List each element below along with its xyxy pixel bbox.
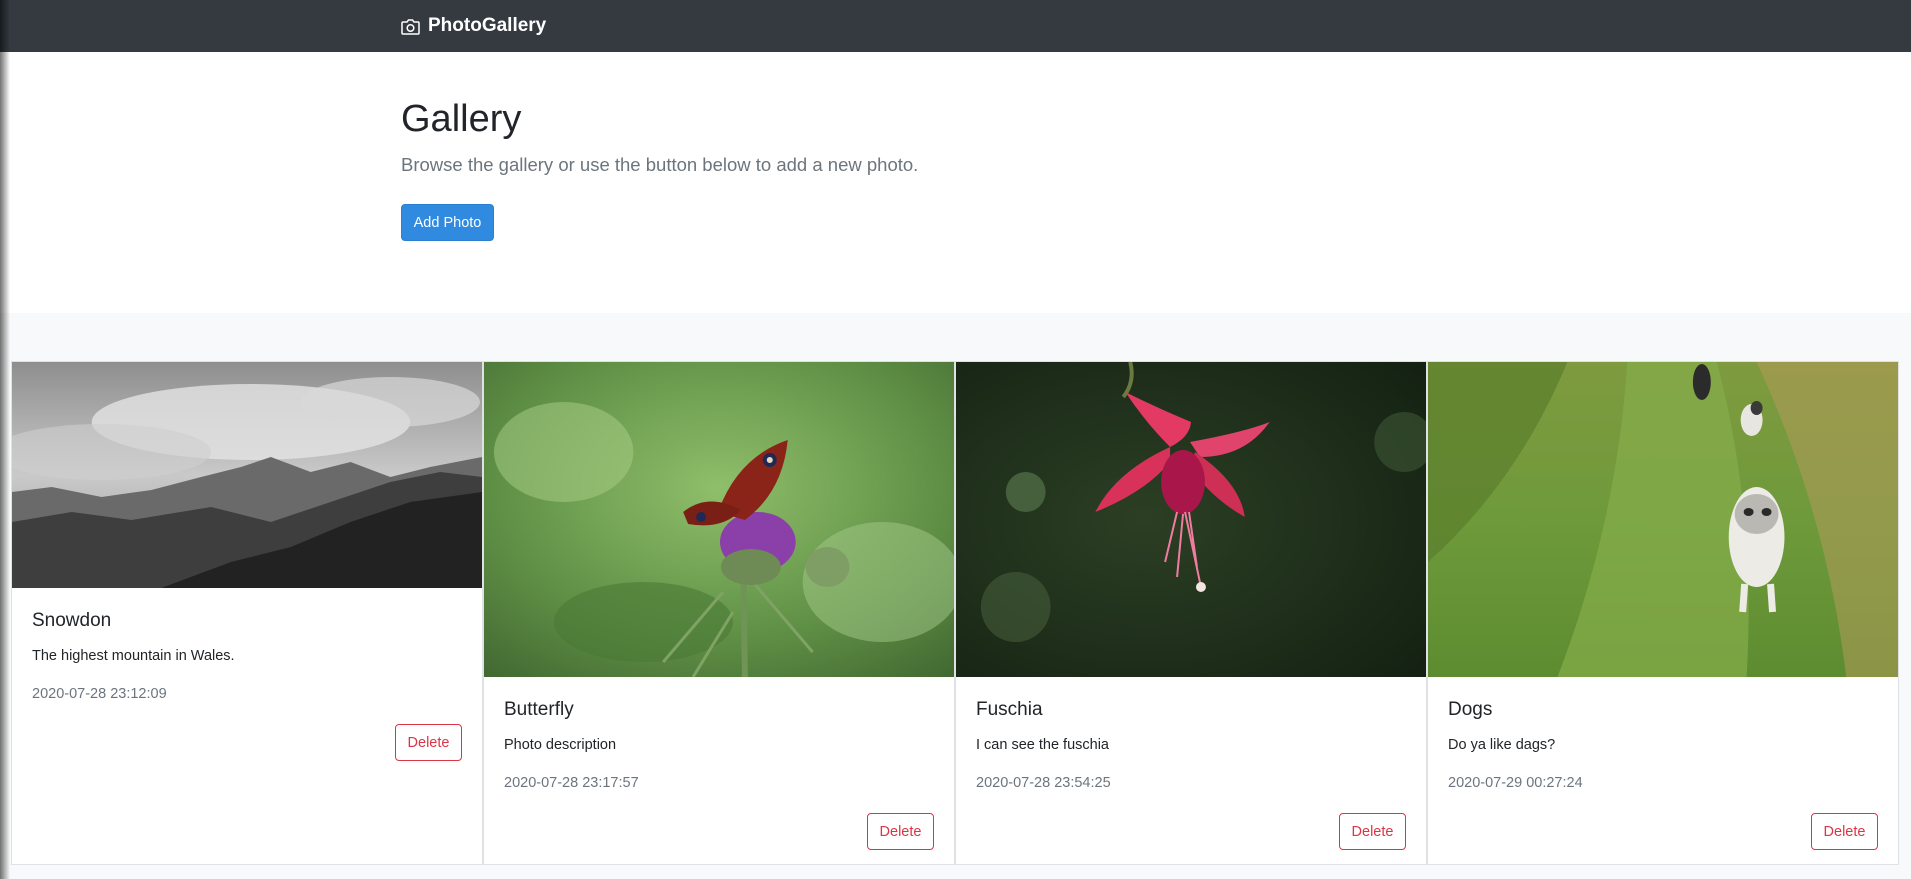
dogs-photo[interactable] (1428, 362, 1898, 677)
card-description: Do ya like dags? (1448, 737, 1556, 753)
card-title: Dogs (1448, 699, 1493, 720)
add-photo-button[interactable]: Add Photo (401, 204, 494, 241)
mountain-photo[interactable] (12, 362, 482, 588)
butterfly-photo[interactable] (484, 362, 954, 677)
window-edge-shadow (0, 0, 10, 879)
page: PhotoGallery Gallery Browse the gallery … (0, 0, 1911, 879)
page-lead: Browse the gallery or use the button bel… (401, 154, 919, 175)
delete-button[interactable]: Delete (867, 813, 934, 850)
delete-button[interactable]: Delete (395, 724, 462, 761)
brand-label: PhotoGallery (428, 15, 547, 36)
delete-button[interactable]: Delete (1811, 813, 1878, 850)
photo-card-fuschia: Fuschia I can see the fuschia 2020-07-28… (955, 361, 1427, 865)
card-title: Fuschia (976, 699, 1043, 720)
card-description: Photo description (504, 737, 617, 753)
card-title: Butterfly (504, 699, 574, 720)
card-description: The highest mountain in Wales. (32, 648, 235, 664)
navbar: PhotoGallery (0, 0, 1911, 52)
camera-icon (401, 18, 420, 35)
card-date: 2020-07-28 23:12:09 (32, 686, 167, 702)
card-date: 2020-07-28 23:54:25 (976, 775, 1111, 791)
photo-card-dogs: Dogs Do ya like dags? 2020-07-29 00:27:2… (1427, 361, 1899, 865)
card-date: 2020-07-28 23:17:57 (504, 775, 639, 791)
page-title: Gallery (401, 98, 522, 140)
card-title: Snowdon (32, 610, 112, 631)
delete-button[interactable]: Delete (1339, 813, 1406, 850)
photo-card-snowdon: Snowdon The highest mountain in Wales. 2… (11, 361, 483, 865)
card-description: I can see the fuschia (976, 737, 1109, 753)
photo-card-butterfly: Butterfly Photo description 2020-07-28 2… (483, 361, 955, 865)
hero-section: Gallery Browse the gallery or use the bu… (0, 52, 1911, 313)
fuchsia-photo[interactable] (956, 362, 1426, 677)
brand-link[interactable]: PhotoGallery (401, 0, 546, 52)
card-date: 2020-07-29 00:27:24 (1448, 775, 1583, 791)
